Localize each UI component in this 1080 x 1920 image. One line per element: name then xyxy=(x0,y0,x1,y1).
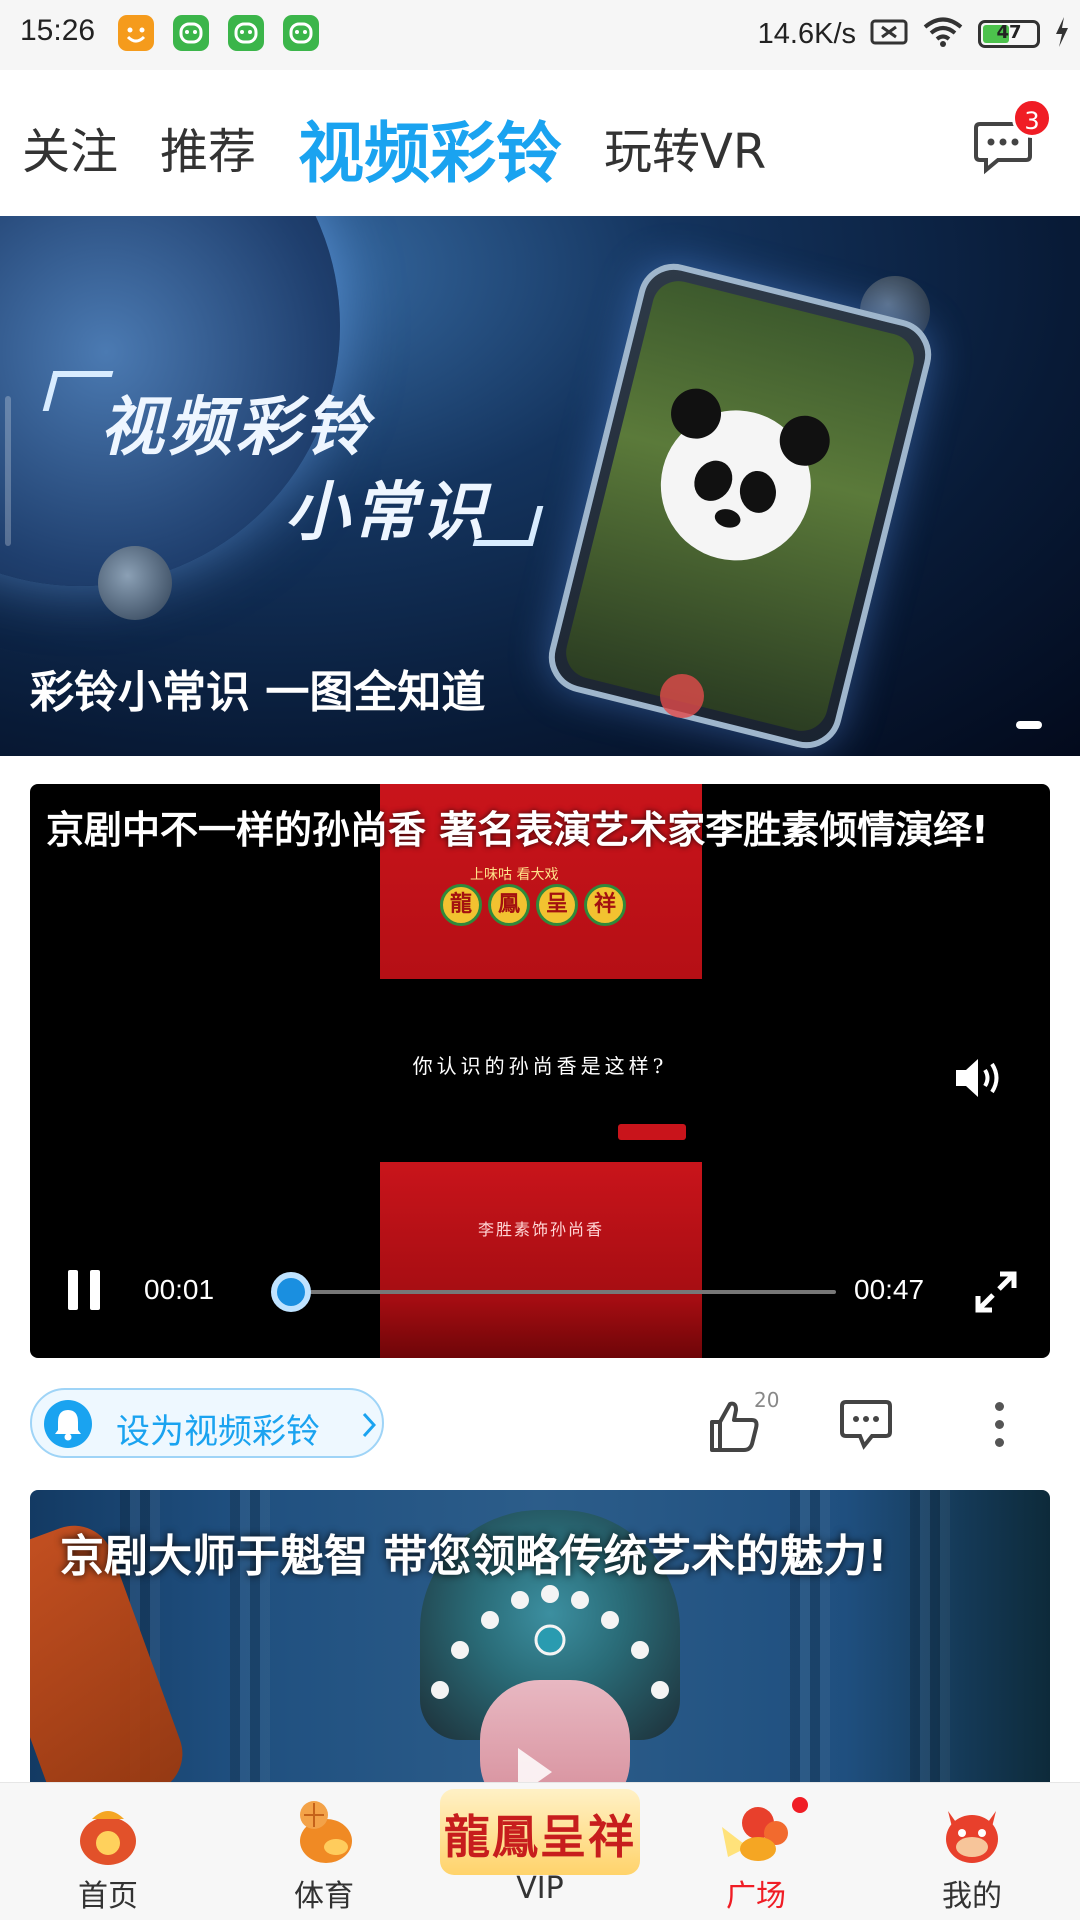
video-caption-text: 李胜素饰孙尚香 xyxy=(477,1220,604,1239)
status-time: 15:26 xyxy=(20,14,96,47)
nav-profile[interactable]: 我的 xyxy=(864,1783,1080,1920)
video-subtitle-text: 你认识的孙尚香是这样? xyxy=(412,1054,668,1078)
panda-illustration xyxy=(644,383,836,577)
banner-moon-art xyxy=(98,546,172,620)
end-call-icon xyxy=(660,674,704,718)
pause-button[interactable] xyxy=(64,1270,104,1310)
plaza-notification-dot xyxy=(792,1797,808,1813)
vip-art-text: 龍鳳呈祥 xyxy=(444,1810,636,1864)
chevron-right-icon xyxy=(362,1412,377,1442)
top-nav: 关注 推荐 视频彩铃 玩转VR 3 xyxy=(0,70,1080,216)
charging-icon xyxy=(1054,17,1070,51)
banner-caption: 彩铃小常识 一图全知道 xyxy=(30,667,486,718)
video-card-title: 京剧大师于魁智 带您领略传统艺术的魅力! xyxy=(60,1531,888,1582)
set-video-ringtone-button[interactable]: 设为视频彩铃 xyxy=(30,1388,384,1458)
banner-scroll-indicator xyxy=(5,396,11,546)
banner-art-title: 视频彩铃 xyxy=(100,391,372,465)
medallion: 祥 xyxy=(584,884,626,926)
carousel-page-indicator xyxy=(1016,721,1042,729)
medallion: 鳳 xyxy=(488,884,530,926)
video-mini-logo xyxy=(618,1124,686,1140)
message-count-badge: 3 xyxy=(1012,98,1052,138)
status-right-group: 14.6K/s 47 xyxy=(758,14,1070,54)
medallion: 呈 xyxy=(536,884,578,926)
notification-app-icon xyxy=(173,15,209,51)
comment-button[interactable] xyxy=(838,1398,894,1450)
fullscreen-button[interactable] xyxy=(974,1270,1018,1314)
nav-home[interactable]: 首页 xyxy=(0,1783,216,1920)
nav-plaza-label: 广场 xyxy=(726,1879,786,1914)
nav-sports[interactable]: 体育 xyxy=(216,1783,432,1920)
video-medallions: 龍 鳳 呈 祥 xyxy=(440,884,626,926)
volume-icon xyxy=(956,1059,999,1097)
tab-follow[interactable]: 关注 xyxy=(22,112,118,182)
video-frame-bottom-panel xyxy=(380,1162,702,1358)
volume-button[interactable] xyxy=(952,1054,1008,1102)
pause-icon xyxy=(68,1270,78,1310)
plaza-mascot-icon xyxy=(722,1807,788,1861)
phone-screen xyxy=(560,275,920,737)
notification-app-icon xyxy=(283,15,319,51)
profile-mascot-icon xyxy=(946,1811,998,1863)
like-count: 20 xyxy=(754,1388,780,1412)
more-options-button[interactable] xyxy=(984,1398,1014,1450)
video-tagline: 上味咕 看大戏 xyxy=(470,867,559,883)
bottom-nav: 首页 体育 VIP 龍鳳呈祥 广场 我的 xyxy=(0,1782,1080,1920)
bell-icon xyxy=(44,1400,92,1448)
home-mascot-icon xyxy=(80,1811,136,1865)
banner-corner-decoration xyxy=(472,506,544,546)
nav-plaza[interactable]: 广场 xyxy=(648,1783,864,1920)
status-bar: 15:26 14.6K/s 47 xyxy=(0,0,1080,70)
tab-video-ringtone[interactable]: 视频彩铃 xyxy=(298,100,562,196)
more-dots-icon xyxy=(995,1402,1004,1411)
no-sim-icon xyxy=(870,17,908,51)
notification-app-icon xyxy=(118,15,154,51)
banner-carousel[interactable]: 视频彩铃 小常识 彩铃小常识 一图全知道 xyxy=(0,216,1080,756)
notification-app-icon xyxy=(228,15,264,51)
banner-art-subtitle: 小常识 xyxy=(285,476,489,550)
set-ringtone-label: 设为视频彩铃 xyxy=(116,1412,320,1452)
video-progress-thumb[interactable] xyxy=(271,1272,312,1312)
nav-profile-label: 我的 xyxy=(942,1879,1002,1914)
network-speed: 14.6K/s xyxy=(757,17,856,50)
vip-dragon-phoenix-icon: 龍鳳呈祥 xyxy=(440,1789,640,1875)
video-progress-track[interactable] xyxy=(280,1290,836,1294)
app-screen: 15:26 14.6K/s 47 关注 推荐 视频彩铃 玩转VR 3 视频彩铃 … xyxy=(0,0,1080,1920)
medallion: 龍 xyxy=(440,884,482,926)
video-player[interactable]: 上味咕 看大戏 龍 鳳 呈 祥 你认识的孙尚香是这样? 李胜素饰孙尚香 京剧中不… xyxy=(30,784,1050,1358)
battery-icon: 47 xyxy=(978,20,1040,48)
nav-home-label: 首页 xyxy=(78,1879,138,1914)
nav-vip-label: VIP xyxy=(516,1871,564,1906)
video-duration: 00:47 xyxy=(854,1274,925,1305)
opera-face-art xyxy=(480,1680,630,1790)
video-title: 京剧中不一样的孙尚香 著名表演艺术家李胜素倾情演绎! xyxy=(46,808,989,852)
sports-mascot-icon xyxy=(300,1801,352,1863)
tab-vr[interactable]: 玩转VR xyxy=(604,112,766,182)
battery-level: 47 xyxy=(996,22,1022,43)
video-current-time: 00:01 xyxy=(144,1274,215,1305)
video-card-preview[interactable]: 京剧大师于魁智 带您领略传统艺术的魅力! xyxy=(30,1490,1050,1790)
curtain-art xyxy=(910,1490,950,1790)
nav-sports-label: 体育 xyxy=(294,1879,354,1914)
banner-phone-illustration xyxy=(541,256,939,756)
tab-recommend[interactable]: 推荐 xyxy=(160,112,256,182)
fullscreen-icon xyxy=(975,1271,1017,1313)
wifi-icon xyxy=(922,16,964,52)
comment-icon xyxy=(840,1400,892,1450)
